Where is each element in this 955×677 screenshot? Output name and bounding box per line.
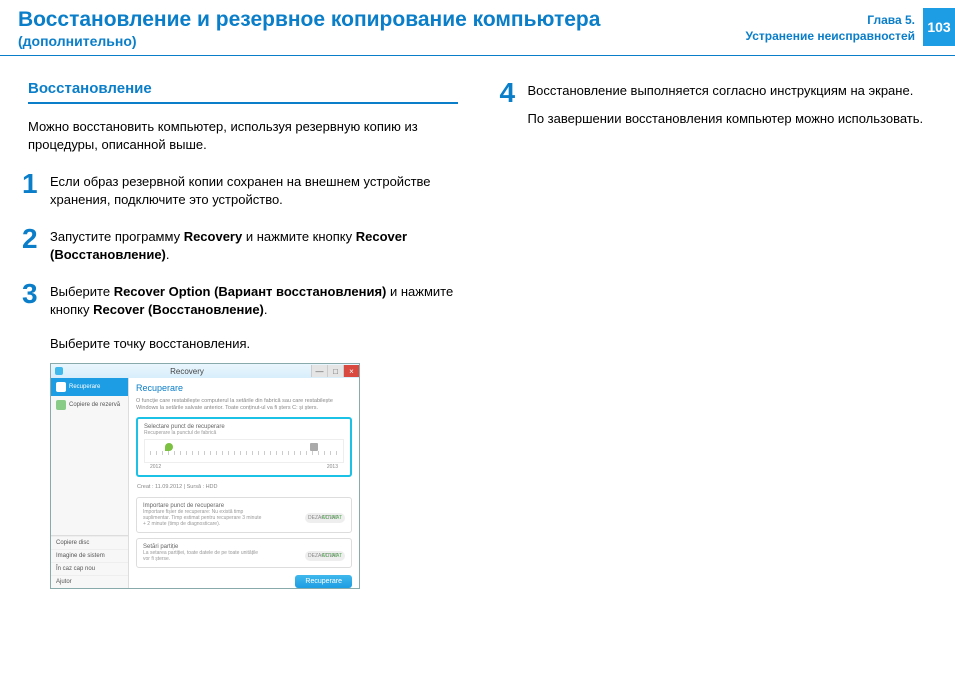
header-right: Глава 5. Устранение неисправностей 103	[746, 8, 955, 46]
restore-point-card: Selectare punct de recuperare Recuperare…	[136, 417, 352, 477]
section-title: Восстановление	[28, 80, 458, 104]
panel-title: Recuperare	[136, 383, 352, 393]
left-column: Восстановление Можно восстановить компью…	[0, 80, 478, 589]
meta-row: Creat : 11.09.2012 | Sursă : HDD	[136, 482, 352, 492]
recover-icon	[56, 382, 66, 392]
app-body: Recuperare Copiere de rezervă Copiere di…	[51, 378, 359, 588]
window-buttons: — □ ×	[311, 365, 359, 377]
intro-text: Можно восстановить компьютер, используя …	[28, 118, 460, 153]
step-2: 2 Запустите программу Recovery и нажмите…	[22, 226, 460, 263]
app-main: Recuperare O funcție care restabilește c…	[129, 378, 359, 588]
import-card: Importare punct de recuperare Importare …	[136, 497, 352, 533]
backup-icon	[56, 400, 66, 410]
import-toggle[interactable]: DEZACTIVAT ACTIVAT	[305, 513, 345, 523]
sidebar-bottom: Copiere disc Imagine de sistem În caz ca…	[51, 535, 128, 588]
partition-card: Setări partiție La setarea partiției, to…	[136, 538, 352, 568]
step-number-1: 1	[22, 171, 50, 208]
close-button[interactable]: ×	[343, 365, 359, 377]
sidebar-erase[interactable]: În caz cap nou	[51, 562, 128, 575]
step-1: 1 Если образ резервной копии сохранен на…	[22, 171, 460, 208]
app-titlebar: Recovery — □ ×	[51, 364, 359, 378]
step-2-text: Запустите программу Recovery и нажмите к…	[50, 226, 460, 263]
card3-row: La setarea partiției, toate datele de pe…	[143, 550, 345, 562]
step-number-4: 4	[500, 80, 528, 127]
page-title: Восстановление и резервное копирование к…	[18, 8, 600, 31]
right-column: 4 Восстановление выполняется согласно ин…	[478, 80, 955, 589]
maximize-button[interactable]: □	[327, 365, 343, 377]
step-3: 3 Выберите Recover Option (Вариант восст…	[22, 281, 460, 318]
app-icon	[55, 367, 63, 375]
step-4-text: Восстановление выполняется согласно инст…	[528, 80, 924, 127]
recover-button[interactable]: Recuperare	[295, 575, 352, 588]
page-header: Восстановление и резервное копирование к…	[0, 0, 955, 56]
card1-desc: Recuperare la punctul de fabrică	[144, 430, 344, 436]
recovery-app-window: Recovery — □ × Recuperare Copiere de rez…	[50, 363, 360, 589]
step-number-3: 3	[22, 281, 50, 318]
timeline-pin-selected[interactable]	[165, 443, 173, 451]
panel-desc: O funcție care restabilește computerul l…	[136, 398, 352, 411]
app-sidebar: Recuperare Copiere de rezervă Copiere di…	[51, 378, 129, 588]
sidebar-recover[interactable]: Recuperare	[51, 378, 128, 396]
timeline-track	[150, 451, 338, 455]
card2-row: Importare fișier de recuperare: Nu exist…	[143, 509, 345, 527]
sidebar-backup[interactable]: Copiere de rezervă	[51, 396, 128, 414]
sidebar-copy[interactable]: Copiere disc	[51, 536, 128, 549]
partition-toggle[interactable]: DEZACTIVAT ACTIVAT	[305, 551, 345, 561]
step-4: 4 Восстановление выполняется согласно ин…	[500, 80, 938, 127]
step-1-text: Если образ резервной копии сохранен на в…	[50, 171, 460, 208]
timeline-labels: 2012 2013	[144, 464, 344, 470]
sidebar-help[interactable]: Ajutor	[51, 575, 128, 588]
timeline-pin-other[interactable]	[310, 443, 318, 451]
app-title: Recovery	[63, 367, 311, 376]
sidebar-image[interactable]: Imagine de sistem	[51, 549, 128, 562]
header-left: Восстановление и резервное копирование к…	[18, 8, 600, 49]
card2-desc: Importare fișier de recuperare: Nu exist…	[143, 509, 263, 527]
chapter-sub: Устранение неисправностей	[746, 29, 915, 45]
page-subtitle: (дополнительно)	[18, 33, 600, 49]
chapter-block: Глава 5. Устранение неисправностей	[746, 8, 923, 44]
step-number-2: 2	[22, 226, 50, 263]
columns: Восстановление Можно восстановить компью…	[0, 56, 955, 589]
chapter-number: Глава 5.	[746, 13, 915, 29]
page-number: 103	[923, 8, 955, 46]
minimize-button[interactable]: —	[311, 365, 327, 377]
step-3-sub: Выберите точку восстановления.	[50, 336, 460, 351]
timeline[interactable]	[144, 439, 344, 463]
step-3-text: Выберите Recover Option (Вариант восстан…	[50, 281, 460, 318]
card3-desc: La setarea partiției, toate datele de pe…	[143, 550, 263, 562]
